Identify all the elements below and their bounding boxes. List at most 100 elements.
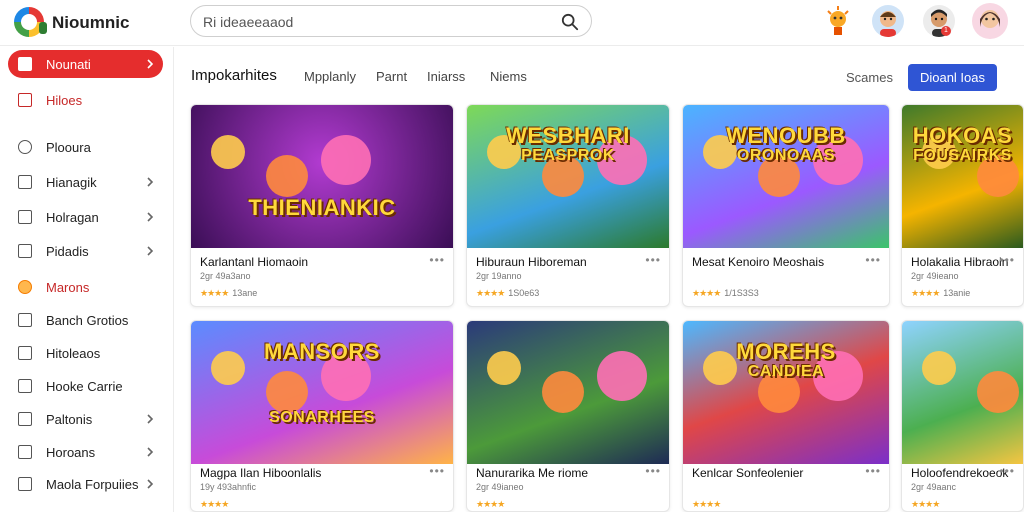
star-rating-icon: ★★★★ xyxy=(476,288,505,298)
game-title[interactable]: Holoofendrekoeok xyxy=(911,466,1008,480)
sidebar-item[interactable]: Pidadis xyxy=(8,237,163,265)
sidebar-item[interactable]: Hitoleaos xyxy=(8,339,163,367)
game-thumbnail[interactable]: THIENIANKIC xyxy=(191,105,453,248)
game-thumbnail[interactable]: WESBHARI PEASPROK xyxy=(467,105,669,248)
sidebar-item[interactable]: Hianagik xyxy=(8,168,163,196)
menu-item-icon xyxy=(18,412,32,426)
chevron-right-icon xyxy=(147,59,154,69)
sun-mascot-icon[interactable] xyxy=(822,5,854,37)
sidebar-item-label: Hiloes xyxy=(46,92,83,108)
mascot-figure xyxy=(211,135,245,169)
more-options-icon[interactable]: ••• xyxy=(429,464,445,478)
brand-logo-icon[interactable] xyxy=(14,7,47,37)
game-thumbnail[interactable]: MOREHS CANDIEA xyxy=(683,321,889,464)
star-rating-icon: ★★★★ xyxy=(692,499,721,509)
search-box[interactable] xyxy=(190,5,592,37)
more-options-icon[interactable]: ••• xyxy=(865,464,881,478)
tab-mpplanly[interactable]: Mpplanly xyxy=(304,69,356,84)
search-icon[interactable] xyxy=(561,13,579,31)
game-thumbnail[interactable] xyxy=(902,321,1023,464)
tab-impokarhites[interactable]: Impokarhites xyxy=(191,67,277,84)
more-options-icon[interactable]: ••• xyxy=(865,253,881,267)
game-meta: 2gr 49a3ano xyxy=(200,271,251,281)
more-options-icon[interactable]: ••• xyxy=(645,253,661,267)
sidebar-item[interactable]: Plooura xyxy=(8,133,163,161)
sidebar-item[interactable]: Banch Grotios xyxy=(8,306,163,334)
top-bar: Nioumnic Ri ideaeeaaod 1 xyxy=(0,0,1024,46)
game-card[interactable]: HOKOAS FOUSAIRKS Holakalia Hibraoin ••• 2gr … xyxy=(901,104,1024,307)
sidebar-item[interactable]: Maola Forpuiies xyxy=(8,470,163,498)
scames-link[interactable]: Scames xyxy=(846,70,893,85)
sidebar-item[interactable]: Nounati xyxy=(8,50,163,78)
menu-item-icon xyxy=(18,57,32,71)
brand-name[interactable]: Nioumnic xyxy=(52,13,129,33)
sidebar-item[interactable]: Hooke Carrie xyxy=(8,372,163,400)
game-title[interactable]: Kenlcar Sonfeolenier xyxy=(692,466,803,480)
game-title[interactable]: Hiburaun Hiboreman xyxy=(476,255,587,269)
game-logo-subtext: CANDIEA xyxy=(747,363,825,380)
game-card[interactable]: THIENIANKIC Karlantanl Hiomaoin ••• 2gr 49a… xyxy=(190,104,454,307)
game-rating: ★★★★ 1/1S3S3 xyxy=(692,288,759,299)
more-options-icon[interactable]: ••• xyxy=(429,253,445,267)
sidebar-item[interactable]: Horoans xyxy=(8,438,163,466)
rating-count: 13ane xyxy=(232,288,258,298)
game-logo-text: WENOUBB xyxy=(726,123,846,148)
avatar-icon[interactable] xyxy=(872,5,904,37)
tab-parnt[interactable]: Parnt xyxy=(376,69,407,84)
sidebar-item-label: Maola Forpuiies xyxy=(46,476,139,492)
sidebar-item-label: Banch Grotios xyxy=(46,312,129,328)
menu-item-icon xyxy=(18,210,32,224)
category-tabs: Impokarhites Mpplanly Parnt Iniarss Niem… xyxy=(175,47,1024,103)
cta-button[interactable]: Dioanl Ioas xyxy=(908,64,997,91)
game-card[interactable]: WENOUBB ORONOAAS Mesat Kenoiro Meoshais •••… xyxy=(682,104,890,307)
more-options-icon[interactable]: ••• xyxy=(999,464,1015,478)
sidebar-item-label: Holragan xyxy=(46,209,99,225)
user-avatar-icon[interactable] xyxy=(972,3,1008,39)
search-input[interactable] xyxy=(203,12,543,32)
game-card[interactable]: Nanurarika Me riome ••• 2gr 49ianeo ★★★★ xyxy=(466,320,670,512)
sidebar-item[interactable]: Holragan xyxy=(8,203,163,231)
chevron-right-icon xyxy=(147,177,154,187)
sidebar-item-label: Hooke Carrie xyxy=(46,378,123,394)
game-meta: 2gr 19anno xyxy=(476,271,522,281)
more-options-icon[interactable]: ••• xyxy=(999,253,1015,267)
sidebar-item-label: Hianagik xyxy=(46,174,97,190)
star-rating-icon: ★★★★ xyxy=(911,499,940,509)
game-rating: ★★★★ 1S0e63 xyxy=(476,288,539,299)
game-title[interactable]: Holakalia Hibraoin xyxy=(911,255,1008,269)
mascot-figure xyxy=(542,371,584,413)
tab-niems[interactable]: Niems xyxy=(490,69,527,84)
mascot-figure xyxy=(487,351,521,385)
game-card[interactable]: Holoofendrekoeok ••• 2gr 49aanc ★★★★ xyxy=(901,320,1024,512)
sidebar-item-label: Plooura xyxy=(46,139,91,155)
game-rating: ★★★★ xyxy=(476,499,508,510)
game-card[interactable]: MANSORS SONARHEES Magpa Ilan Hiboonlalis ••… xyxy=(190,320,454,512)
star-rating-icon: ★★★★ xyxy=(692,288,721,298)
game-thumbnail[interactable]: MANSORS SONARHEES xyxy=(191,321,453,464)
app-window: Nioumnic Ri ideaeeaaod 1 Nounati Hiloes … xyxy=(0,0,1024,512)
game-title[interactable]: Karlantanl Hiomaoin xyxy=(200,255,308,269)
sidebar-item[interactable]: Marons xyxy=(8,273,163,301)
game-card[interactable]: WESBHARI PEASPROK Hiburaun Hiboreman ••• 2gr… xyxy=(466,104,670,307)
sidebar-item[interactable]: Paltonis xyxy=(8,405,163,433)
game-logo-subtext: ORONOAAS xyxy=(736,147,836,164)
sidebar-item[interactable]: Hiloes xyxy=(8,86,163,114)
menu-item-icon xyxy=(18,445,32,459)
game-title[interactable]: Magpa Ilan Hiboonlalis xyxy=(200,466,321,480)
game-meta: 2gr 49ieano xyxy=(911,271,959,281)
game-thumbnail[interactable]: WENOUBB ORONOAAS xyxy=(683,105,889,248)
game-thumbnail[interactable] xyxy=(467,321,669,464)
game-thumbnail[interactable]: HOKOAS FOUSAIRKS xyxy=(902,105,1023,248)
game-logo-text: MANSORS xyxy=(264,339,380,364)
game-title[interactable]: Nanurarika Me riome xyxy=(476,466,588,480)
chevron-right-icon xyxy=(147,447,154,457)
chevron-right-icon xyxy=(147,246,154,256)
game-rating: ★★★★ xyxy=(911,499,943,510)
game-logo-subtext: PEASPROK xyxy=(521,147,615,164)
game-card[interactable]: MOREHS CANDIEA Kenlcar Sonfeolenier ••• ★★★★ xyxy=(682,320,890,512)
mascot-figure xyxy=(977,371,1019,413)
mascot-figure xyxy=(597,351,647,401)
tab-iniarss[interactable]: Iniarss xyxy=(427,69,465,84)
more-options-icon[interactable]: ••• xyxy=(645,464,661,478)
game-title[interactable]: Mesat Kenoiro Meoshais xyxy=(692,255,824,269)
